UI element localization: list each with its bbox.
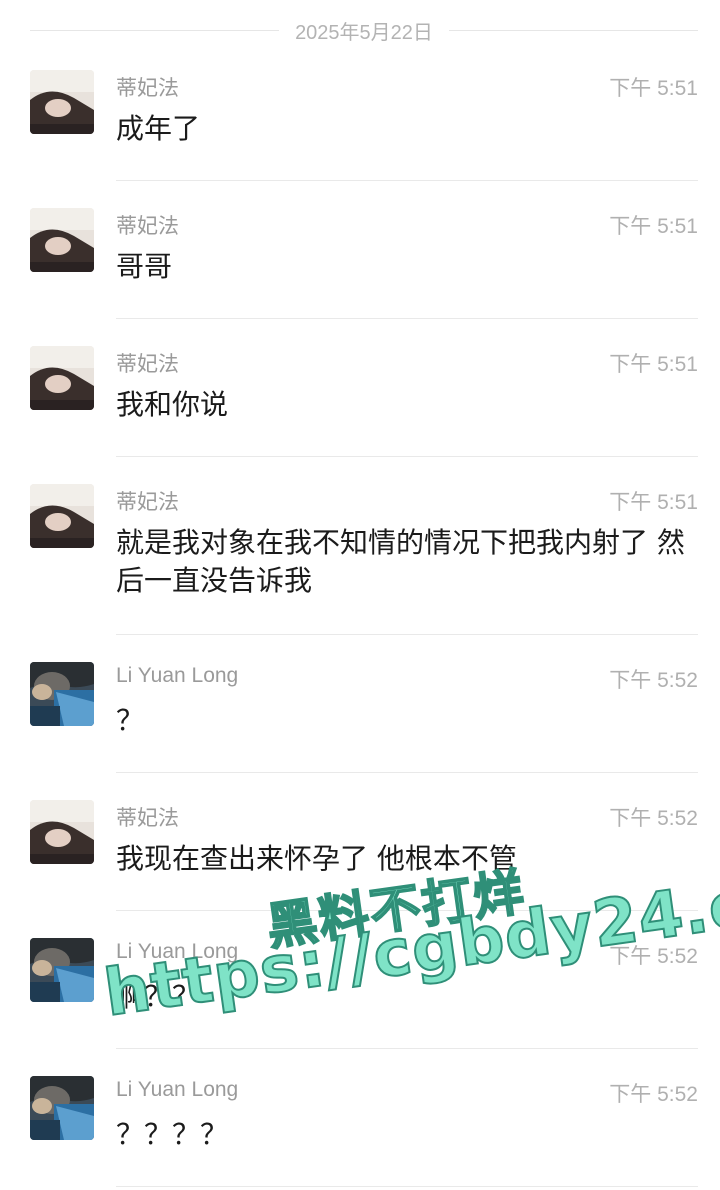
sender-name: 蒂妃法: [116, 215, 179, 238]
message-text: ？？？？: [116, 1118, 229, 1151]
message-text: ？: [116, 704, 145, 737]
message-divider: [116, 318, 698, 319]
message-text: 哥哥: [116, 250, 173, 283]
message-divider: [116, 634, 698, 635]
male-avatar[interactable]: [30, 662, 94, 726]
message-text: 我现在查出来怀孕了 他根本不管: [116, 842, 517, 875]
female-avatar[interactable]: [30, 800, 94, 864]
message-divider: [116, 180, 698, 181]
sender-name: Li Yuan Long: [116, 940, 239, 963]
sender-name: 蒂妃法: [116, 77, 179, 100]
sender-name: Li Yuan Long: [116, 1078, 239, 1101]
message-text: 我和你说: [116, 388, 229, 421]
date-separator-line-left: [30, 29, 280, 31]
sender-name: 蒂妃法: [116, 353, 179, 376]
female-avatar[interactable]: [30, 484, 94, 548]
message-time: 下午 5:51: [609, 215, 698, 238]
sender-name: Li Yuan Long: [116, 664, 239, 687]
message-text: 啊？？: [116, 980, 201, 1013]
female-avatar[interactable]: [30, 70, 94, 134]
message-text: 就是我对象在我不知情的情况下把我内射了 然后一直没告诉我: [116, 526, 685, 597]
male-avatar[interactable]: [30, 938, 94, 1002]
message-divider: [116, 910, 698, 911]
message-time: 下午 5:52: [609, 669, 698, 692]
message-divider: [116, 456, 698, 457]
date-separator-line-right: [448, 29, 698, 31]
message-time: 下午 5:52: [609, 807, 698, 830]
message-time: 下午 5:52: [609, 1083, 698, 1106]
message-time: 下午 5:52: [609, 945, 698, 968]
female-avatar[interactable]: [30, 346, 94, 410]
sender-name: 蒂妃法: [116, 491, 179, 514]
sender-name: 蒂妃法: [116, 807, 179, 830]
message-divider: [116, 1186, 698, 1187]
message-time: 下午 5:51: [609, 353, 698, 376]
date-separator: 2025年5月22日: [30, 16, 698, 44]
female-avatar[interactable]: [30, 208, 94, 272]
message-divider: [116, 772, 698, 773]
message-time: 下午 5:51: [609, 491, 698, 514]
message-text: 成年了: [116, 112, 201, 145]
message-time: 下午 5:51: [609, 77, 698, 100]
date-label: 2025年5月22日: [295, 21, 433, 44]
male-avatar[interactable]: [30, 1076, 94, 1140]
message-divider: [116, 1048, 698, 1049]
